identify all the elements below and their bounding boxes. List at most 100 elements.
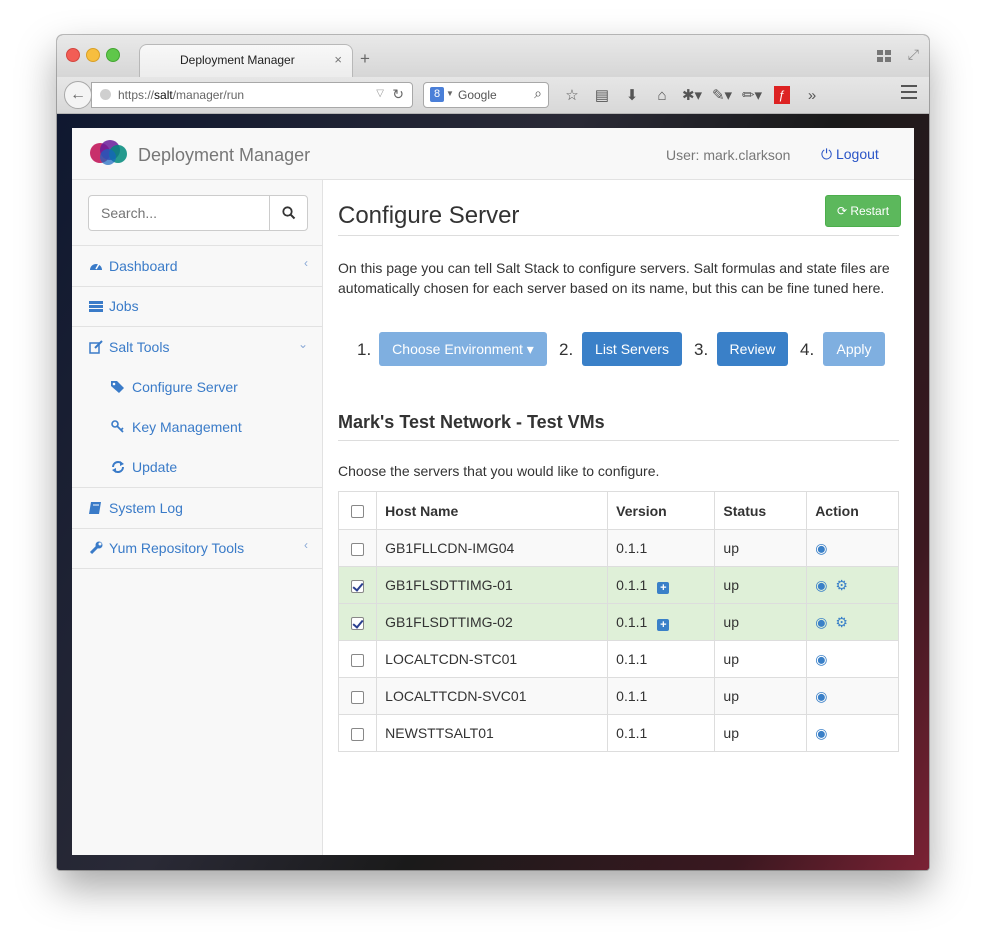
restart-button[interactable]: ⟳ Restart [825, 195, 901, 227]
brand-name[interactable]: Deployment Manager [138, 145, 310, 166]
eye-icon[interactable]: ◉ [815, 577, 827, 594]
version-cell: 0.1.1 [607, 714, 716, 752]
column-header-status[interactable]: Status [714, 491, 808, 530]
url-text[interactable]: https://salt/manager/run [118, 88, 244, 102]
step-number: 4. [800, 340, 815, 359]
refresh-icon [112, 461, 124, 473]
overflow-icon[interactable]: » [797, 87, 827, 104]
eye-icon[interactable]: ◉ [815, 540, 827, 557]
table-row[interactable]: GB1FLLCDN-IMG04 0.1.1 up ◉ [337, 529, 899, 567]
sidebar-item-dashboard[interactable]: Dashboard ‹ [72, 245, 322, 287]
version-cell: 0.1.1 [607, 529, 716, 567]
sidebar-item-system-log[interactable]: System Log [72, 487, 322, 529]
new-tab-icon[interactable]: + [360, 49, 370, 69]
column-header-version[interactable]: Version [607, 491, 716, 530]
eye-icon[interactable]: ◉ [815, 651, 827, 668]
gear-icon[interactable]: ⚙ [835, 614, 848, 631]
search-button[interactable] [269, 196, 307, 230]
toolbar-icons: ☆ ▤ ⬇ ⌂ ✱▾ ✎▾ ✏▾ ƒ » [557, 84, 827, 106]
chevron-down-icon: ⌄ [297, 337, 308, 351]
choose-environment-button[interactable]: Choose Environment ▾ [379, 332, 547, 366]
network-title: Mark's Test Network - Test VMs [338, 412, 605, 432]
tab-close-icon[interactable]: × [334, 52, 342, 67]
table-row[interactable]: LOCALTTCDN-SVC01 0.1.1 up ◉ [337, 677, 899, 715]
apply-button[interactable]: Apply [823, 332, 885, 366]
host-name-cell: NEWSTTSALT01 [376, 714, 609, 752]
globe-icon [100, 89, 111, 100]
sidebar-item-key-management[interactable]: Key Management [72, 407, 322, 447]
expand-plus-icon[interactable]: + [657, 618, 670, 631]
bug-icon[interactable]: ✱▾ [677, 86, 707, 104]
search-input[interactable] [101, 205, 261, 221]
expand-plus-icon[interactable]: + [657, 581, 670, 594]
pencil-icon[interactable]: ✏▾ [737, 86, 767, 104]
row-checkbox[interactable] [351, 727, 365, 741]
fullscreen-icon[interactable]: ⤢ [908, 46, 919, 63]
select-all-checkbox[interactable] [351, 505, 365, 519]
row-checkbox[interactable] [351, 616, 365, 630]
sidebar-item-yum-repository-tools[interactable]: Yum Repository Tools ‹ [72, 528, 322, 569]
gear-icon[interactable]: ⚙ [835, 577, 848, 594]
search-engine-dropdown-icon[interactable]: ▼ [446, 89, 454, 98]
eye-icon[interactable]: ◉ [815, 725, 827, 742]
tab-groups-icon[interactable] [877, 50, 891, 62]
url-bar[interactable]: https://salt/manager/run ▽ ↻ [91, 82, 413, 108]
google-icon[interactable]: 8 [430, 87, 444, 102]
minimize-window-button[interactable] [86, 48, 100, 62]
wrench-icon [89, 541, 103, 555]
eye-icon[interactable]: ◉ [815, 688, 827, 705]
search-icon [282, 206, 296, 220]
home-icon[interactable]: ⌂ [647, 87, 677, 104]
list-servers-button[interactable]: List Servers [582, 332, 682, 366]
sidebar-item-label: Dashboard [109, 258, 178, 274]
version-value: 0.1.1 [616, 725, 648, 741]
sidebar-item-configure-server[interactable]: Configure Server [72, 367, 322, 407]
url-history-dropdown-icon[interactable]: ▽ [376, 88, 384, 99]
sidebar-item-label: Configure Server [132, 379, 238, 395]
table-row[interactable]: LOCALTCDN-STC01 0.1.1 up ◉ [337, 640, 899, 678]
review-button[interactable]: Review [717, 332, 788, 366]
status-cell: up [714, 714, 808, 752]
reload-icon[interactable]: ↻ [392, 86, 404, 103]
menu-icon[interactable] [901, 85, 917, 99]
column-header-host-name[interactable]: Host Name [376, 491, 609, 530]
intro-text: On this page you can tell Salt Stack to … [338, 260, 890, 296]
brand-logo-icon [90, 140, 127, 165]
search-icon[interactable]: ⌕ [534, 85, 542, 102]
row-select-cell [337, 714, 378, 752]
table-row[interactable]: GB1FLSDTTIMG-01 0.1.1 + up ◉ ⚙ [337, 566, 899, 604]
version-value: 0.1.1 [616, 613, 648, 630]
back-button[interactable]: ← [64, 81, 92, 109]
sidebar-item-salt-tools[interactable]: Salt Tools ⌄ [72, 327, 322, 367]
star-icon[interactable]: ☆ [557, 86, 587, 104]
table-row[interactable]: GB1FLSDTTIMG-02 0.1.1 + up ◉ ⚙ [337, 603, 899, 641]
status-cell: up [714, 566, 808, 604]
eyedropper-icon[interactable]: ✎▾ [707, 86, 737, 104]
browser-search-bar[interactable]: 8 ▼ Google ⌕ [423, 82, 549, 108]
version-cell: 0.1.1 + [607, 603, 716, 641]
table-row[interactable]: NEWSTTSALT01 0.1.1 up ◉ [337, 714, 899, 752]
version-cell: 0.1.1 [607, 677, 716, 715]
reading-list-icon[interactable]: ▤ [587, 86, 617, 104]
row-checkbox[interactable] [351, 653, 365, 667]
zoom-window-button[interactable] [106, 48, 120, 62]
status-cell: up [714, 677, 808, 715]
browser-toolbar: ← https://salt/manager/run ▽ ↻ 8 ▼ Googl… [57, 77, 929, 114]
row-checkbox[interactable] [351, 690, 365, 704]
download-icon[interactable]: ⬇ [617, 86, 647, 104]
action-cell: ◉ ⚙ [806, 603, 899, 641]
row-checkbox[interactable] [351, 542, 365, 556]
close-window-button[interactable] [66, 48, 80, 62]
page-title: Configure Server [338, 202, 520, 229]
flash-icon[interactable]: ƒ [774, 86, 790, 104]
browser-tab[interactable]: Deployment Manager × [139, 44, 353, 79]
sidebar-item-update[interactable]: Update [72, 447, 322, 487]
sidebar-item-label: Key Management [132, 419, 242, 435]
row-checkbox[interactable] [351, 579, 365, 593]
logout-link[interactable]: ⏻ Logout [821, 146, 879, 163]
sidebar-item-jobs[interactable]: Jobs [72, 286, 322, 327]
action-cell: ◉ [806, 640, 899, 678]
servers-table: Host Name Version Status Action GB1FLLCD… [337, 491, 899, 752]
version-value: 0.1.1 [616, 540, 648, 556]
eye-icon[interactable]: ◉ [815, 614, 827, 631]
